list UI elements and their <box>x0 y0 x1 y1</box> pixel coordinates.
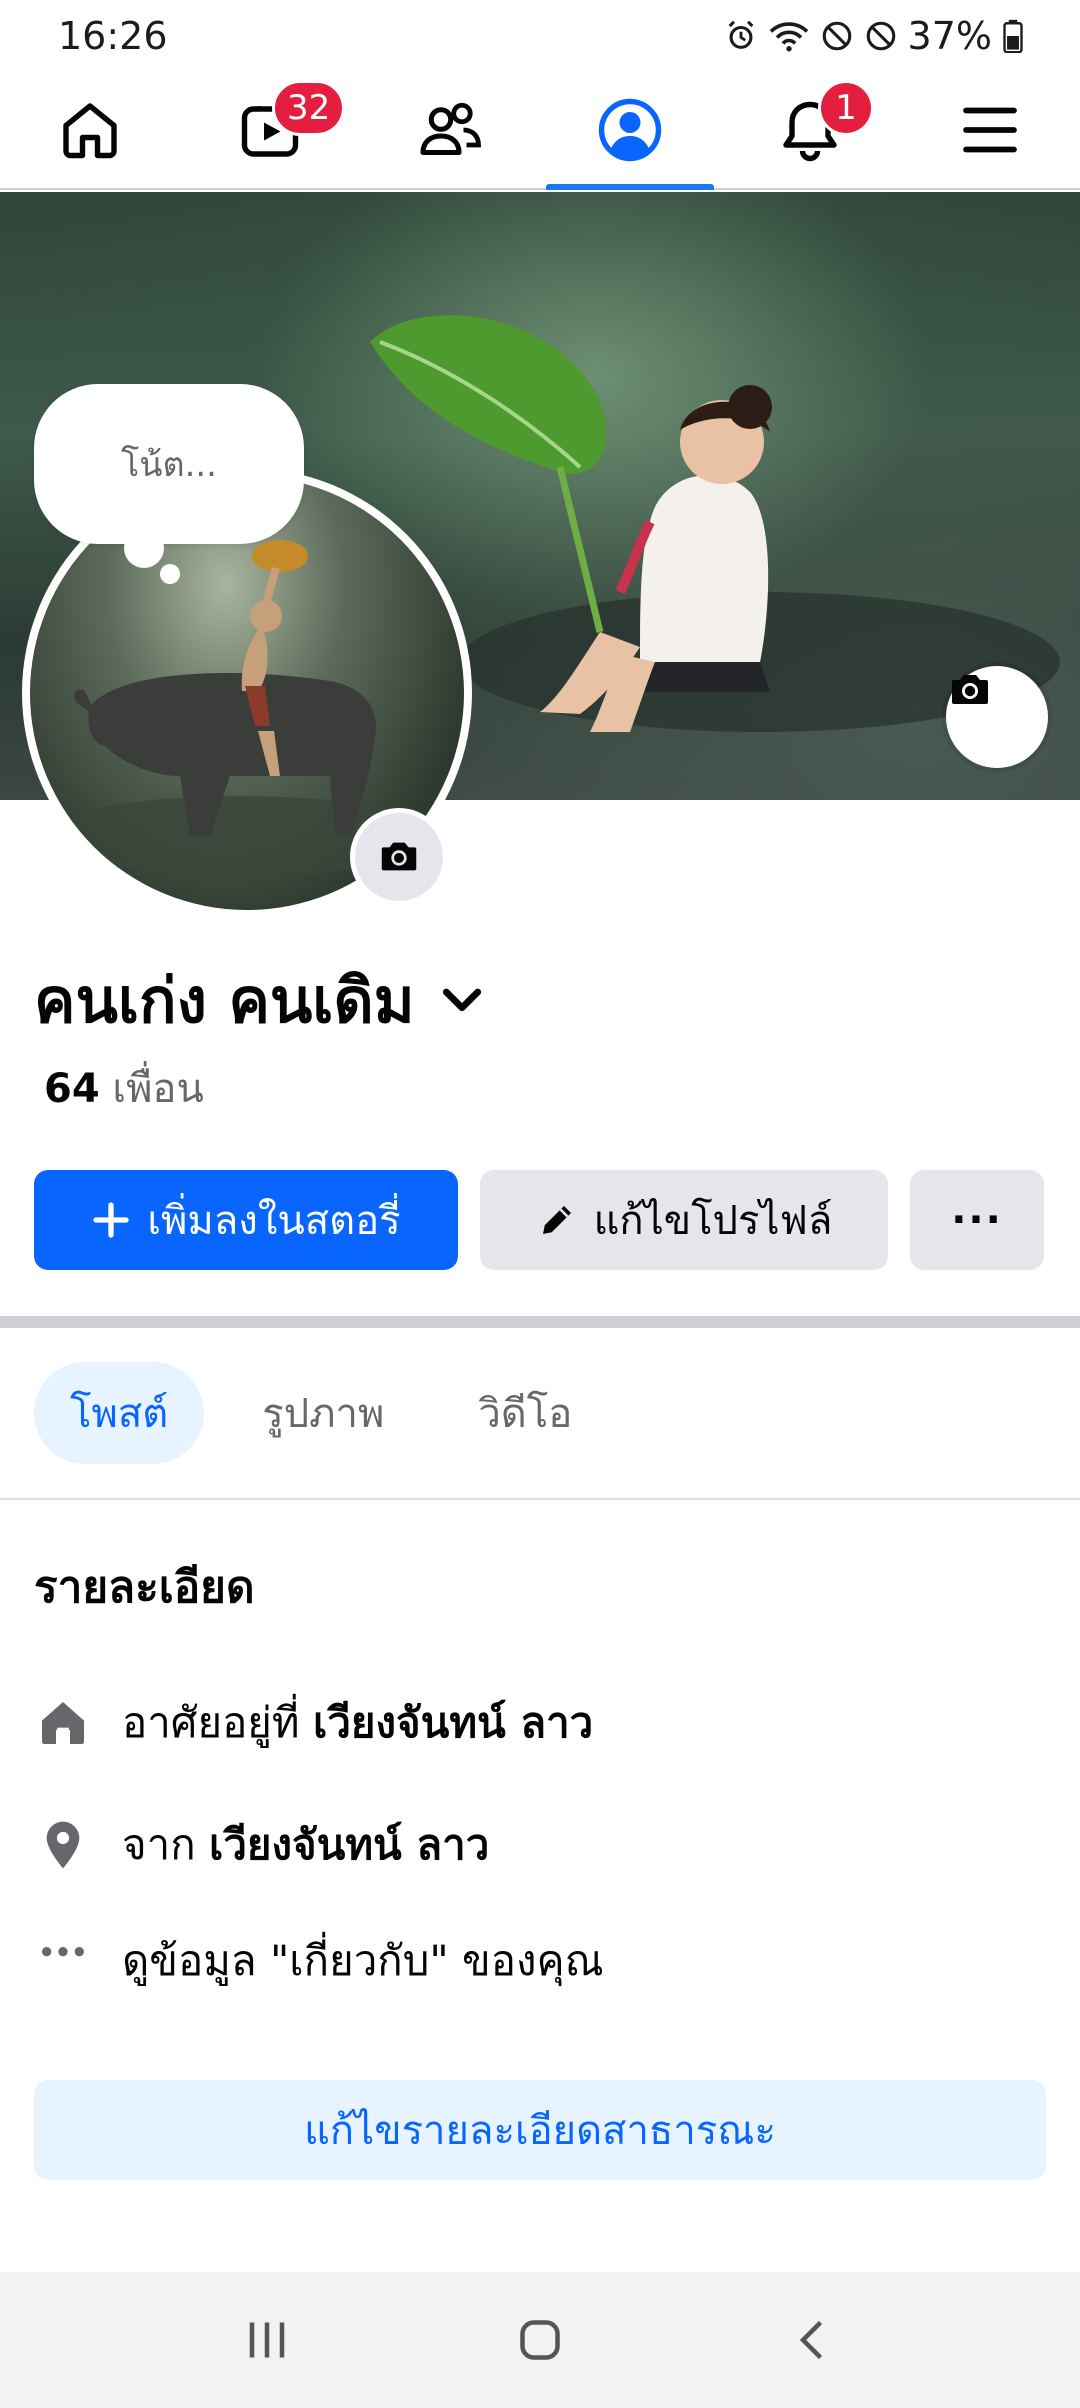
next-section-peek <box>0 2248 1080 2272</box>
notifications-badge: 1 <box>818 80 874 136</box>
note-bubble-tail <box>124 528 164 568</box>
nav-notifications[interactable]: 1 <box>720 72 900 188</box>
more-dots-icon <box>34 1932 92 1990</box>
house-icon <box>34 1694 92 1752</box>
note-placeholder: โน้ต... <box>120 445 217 485</box>
camera-icon <box>381 842 417 871</box>
status-icons: 37% <box>724 14 1024 58</box>
tab-videos[interactable]: วิดีโอ <box>442 1362 608 1464</box>
blocked-icon <box>866 21 895 51</box>
status-bar: 16:26 37% <box>0 0 1080 72</box>
video-badge: 32 <box>272 80 346 136</box>
status-time: 16:26 <box>58 14 168 58</box>
location-pin-icon <box>34 1816 92 1874</box>
tab-posts[interactable]: โพสต์ <box>34 1362 205 1464</box>
friends-label: เพื่อน <box>112 1066 204 1112</box>
detail-from: จาก เวียงจันทน์ ลาว <box>34 1812 489 1878</box>
nav-friends[interactable] <box>360 72 540 188</box>
alarm-icon <box>728 20 753 49</box>
add-story-label: เพิ่มลงในสตอรี่ <box>147 1198 401 1244</box>
battery-percent: 37% <box>907 14 992 58</box>
plus-icon <box>93 1202 130 1238</box>
detail-about-link[interactable]: ดูข้อมูล "เกี่ยวกับ" ของคุณ <box>34 1928 604 1994</box>
note-bubble[interactable]: โน้ต... <box>34 384 304 544</box>
details-heading: รายละเอียด <box>34 1562 255 1613</box>
home-icon <box>63 103 117 159</box>
avatar-camera-button[interactable] <box>350 808 448 906</box>
from-place[interactable]: เวียงจันทน์ ลาว <box>209 1820 489 1869</box>
battery-icon <box>1003 19 1023 53</box>
edit-public-details-label: แก้ไขรายละเอียดสาธารณะ <box>304 2108 776 2154</box>
about-link-label: ดูข้อมูล "เกี่ยวกับ" ของคุณ <box>122 1936 604 1985</box>
camera-icon <box>952 675 988 704</box>
recent-apps-icon <box>249 2322 284 2358</box>
lives-in-prefix: อาศัยอยู่ที่ <box>122 1698 300 1747</box>
system-nav-bar <box>0 2272 1080 2408</box>
profile-tabs: โพสต์ รูปภาพ วิดีโอ <box>34 1362 608 1464</box>
tabs-divider <box>0 1498 1080 1500</box>
from-prefix: จาก <box>122 1820 196 1869</box>
edit-profile-label: แก้ไขโปรไฟล์ <box>593 1198 833 1244</box>
home-button[interactable] <box>480 2290 600 2390</box>
profile-name-text: คนเก่ง คนเดิม <box>34 964 415 1037</box>
more-icon: ··· <box>951 1197 1003 1243</box>
nav-home[interactable] <box>0 72 180 188</box>
edit-profile-button[interactable]: แก้ไขโปรไฟล์ <box>480 1170 888 1270</box>
wifi-icon <box>769 22 808 52</box>
detail-lives-in: อาศัยอยู่ที่ เวียงจันทน์ ลาว <box>34 1690 593 1756</box>
add-story-button[interactable]: เพิ่มลงในสตอรี่ <box>34 1170 458 1270</box>
friends-number: 64 <box>44 1066 100 1112</box>
back-button[interactable] <box>753 2290 873 2390</box>
hamburger-icon <box>963 107 1017 153</box>
edit-public-details-button[interactable]: แก้ไขรายละเอียดสาธารณะ <box>34 2080 1046 2180</box>
friends-icon <box>420 102 481 156</box>
pencil-icon <box>542 1206 571 1234</box>
home-circle-icon <box>520 2320 560 2360</box>
nav-menu[interactable] <box>900 72 1080 188</box>
tab-photos[interactable]: รูปภาพ <box>226 1362 420 1464</box>
cover-camera-button[interactable] <box>946 666 1048 768</box>
chevron-down-icon[interactable] <box>435 974 489 1028</box>
back-icon <box>800 2320 823 2360</box>
nav-video[interactable]: 32 <box>180 72 360 188</box>
profile-actions: เพิ่มลงในสตอรี่ แก้ไขโปรไฟล์ ··· <box>34 1170 1044 1270</box>
recent-apps-button[interactable] <box>207 2290 327 2390</box>
dnd-icon <box>822 21 851 51</box>
section-divider <box>0 1316 1080 1328</box>
profile-icon <box>598 98 662 162</box>
top-nav: 32 1 <box>0 72 1080 190</box>
lives-in-place[interactable]: เวียงจันทน์ ลาว <box>313 1698 593 1747</box>
friends-count[interactable]: 64 เพื่อน <box>44 1056 204 1120</box>
nav-profile[interactable] <box>540 72 720 190</box>
more-options-button[interactable]: ··· <box>910 1170 1044 1270</box>
profile-name[interactable]: คนเก่ง คนเดิม <box>34 952 489 1050</box>
note-bubble-tail-small <box>160 564 180 584</box>
